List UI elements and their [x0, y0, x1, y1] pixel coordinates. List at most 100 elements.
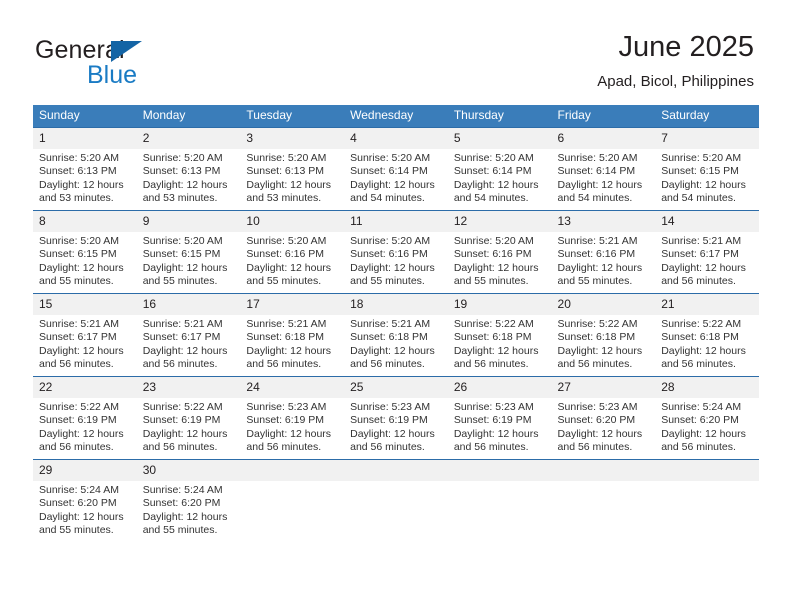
daylight-text-line1: Daylight: 12 hours: [39, 427, 124, 440]
calendar-day-cell[interactable]: 6 Sunrise: 5:20 AM Sunset: 6:14 PM Daylight…: [551, 127, 656, 211]
daylight-text-line2: and 53 minutes.: [142, 192, 218, 205]
calendar-day-cell[interactable]: 15 Sunrise: 5:21 AM Sunset: 6:17 PM Dayligh…: [33, 293, 137, 377]
calendar-day-cell[interactable]: 7 Sunrise: 5:20 AM Sunset: 6:15 PM Daylight…: [655, 127, 759, 211]
sunset-text: Sunset: 6:13 PM: [142, 165, 221, 178]
daylight-text-line1: Daylight: 12 hours: [350, 178, 435, 191]
daylight-text-line2: and 55 minutes.: [350, 275, 425, 288]
daylight-text-line2: and 56 minutes.: [142, 441, 218, 454]
sunrise-text: Sunrise: 5:21 AM: [557, 235, 638, 247]
daylight-text-line1: Daylight: 12 hours: [350, 427, 435, 440]
daylight-text-line1: Daylight: 12 hours: [246, 178, 332, 191]
sunrise-text: Sunrise: 5:22 AM: [39, 401, 119, 413]
day-details: Sunrise: 5:20 AM Sunset: 6:14 PM Daylight:…: [448, 149, 552, 206]
calendar-day-cell[interactable]: 8 Sunrise: 5:20 AM Sunset: 6:15 PM Daylight…: [33, 210, 137, 294]
sunset-text: Sunset: 6:16 PM: [350, 248, 428, 261]
sunset-text: Sunset: 6:16 PM: [246, 248, 325, 261]
calendar-day-cell[interactable]: 11 Sunrise: 5:20 AM Sunset: 6:16 PM Dayligh…: [344, 210, 448, 294]
calendar-day-cell[interactable]: 2 Sunrise: 5:20 AM Sunset: 6:13 PM Daylight…: [136, 127, 241, 211]
calendar-day-cell[interactable]: 29 Sunrise: 5:24 AM Sunset: 6:20 PM Dayligh…: [33, 459, 137, 542]
day-details: Sunrise: 5:21 AM Sunset: 6:17 PM Daylight:…: [655, 232, 759, 289]
sunrise-text: Sunrise: 5:20 AM: [557, 152, 638, 164]
calendar-day-cell[interactable]: 20 Sunrise: 5:22 AM Sunset: 6:18 PM Dayligh…: [551, 293, 656, 377]
sunrise-text: Sunrise: 5:23 AM: [453, 401, 534, 413]
sunrise-text: Sunrise: 5:22 AM: [142, 401, 223, 413]
calendar-day-cell[interactable]: 24 Sunrise: 5:23 AM Sunset: 6:19 PM Dayligh…: [240, 376, 345, 460]
day-number: 23: [136, 377, 241, 398]
sunrise-text: Sunrise: 5:21 AM: [39, 318, 119, 330]
calendar-empty-cell: [551, 459, 656, 542]
calendar-day-cell[interactable]: 12 Sunrise: 5:20 AM Sunset: 6:16 PM Dayligh…: [447, 210, 552, 294]
day-details: Sunrise: 5:20 AM Sunset: 6:13 PM Daylight:…: [240, 149, 344, 206]
calendar-day-cell[interactable]: 27 Sunrise: 5:23 AM Sunset: 6:20 PM Dayligh…: [551, 376, 656, 460]
daylight-text-line2: and 55 minutes.: [142, 275, 218, 288]
calendar-day-cell[interactable]: 28 Sunrise: 5:24 AM Sunset: 6:20 PM Dayligh…: [655, 376, 759, 460]
logo-text-blue: Blue: [87, 61, 138, 89]
calendar-day-cell[interactable]: 22 Sunrise: 5:22 AM Sunset: 6:19 PM Dayligh…: [33, 376, 137, 460]
daylight-text-line1: Daylight: 12 hours: [453, 344, 539, 357]
calendar-week-row: 22 Sunrise: 5:22 AM Sunset: 6:19 PM Dayligh…: [33, 376, 759, 460]
day-details: Sunrise: 5:20 AM Sunset: 6:16 PM Daylight:…: [240, 232, 344, 289]
daylight-text-line2: and 54 minutes.: [453, 192, 529, 205]
daylight-text-line2: and 56 minutes.: [453, 441, 529, 454]
calendar-day-cell[interactable]: 1 Sunrise: 5:20 AM Sunset: 6:13 PM Daylight…: [33, 127, 137, 211]
calendar-day-cell[interactable]: 25 Sunrise: 5:23 AM Sunset: 6:19 PM Dayligh…: [344, 376, 448, 460]
calendar-day-cell[interactable]: 17 Sunrise: 5:21 AM Sunset: 6:18 PM Dayligh…: [240, 293, 345, 377]
calendar-day-cell[interactable]: 5 Sunrise: 5:20 AM Sunset: 6:14 PM Daylight…: [447, 127, 552, 211]
calendar-day-cell[interactable]: 30 Sunrise: 5:24 AM Sunset: 6:20 PM Dayligh…: [136, 459, 241, 542]
daylight-text-line1: Daylight: 12 hours: [661, 427, 746, 440]
sunset-text: Sunset: 6:20 PM: [557, 414, 636, 427]
day-details: Sunrise: 5:23 AM Sunset: 6:20 PM Daylight:…: [552, 398, 656, 455]
day-number: 28: [655, 377, 759, 398]
sunset-text: Sunset: 6:19 PM: [246, 414, 325, 427]
day-details: Sunrise: 5:22 AM Sunset: 6:18 PM Daylight:…: [448, 315, 552, 372]
sunrise-text: Sunrise: 5:20 AM: [453, 235, 534, 247]
sunset-text: Sunset: 6:17 PM: [142, 331, 221, 344]
day-number: 6: [551, 128, 656, 149]
day-number: 18: [344, 294, 448, 315]
daylight-text-line2: and 55 minutes.: [39, 524, 114, 537]
day-number: [551, 460, 656, 481]
calendar-day-cell[interactable]: 19 Sunrise: 5:22 AM Sunset: 6:18 PM Dayligh…: [447, 293, 552, 377]
page-subtitle: Apad, Bicol, Philippines: [597, 73, 754, 90]
weekday-header-tuesday: Tuesday: [240, 105, 345, 128]
day-details: Sunrise: 5:23 AM Sunset: 6:19 PM Daylight:…: [344, 398, 448, 455]
calendar-day-cell[interactable]: 14 Sunrise: 5:21 AM Sunset: 6:17 PM Dayligh…: [655, 210, 759, 294]
day-number: 26: [447, 377, 552, 398]
calendar-body: 1 Sunrise: 5:20 AM Sunset: 6:13 PM Daylight…: [33, 127, 759, 542]
calendar-header-row: Sunday Monday Tuesday Wednesday Thursday…: [33, 105, 759, 128]
daylight-text-line2: and 54 minutes.: [661, 192, 736, 205]
calendar-day-cell[interactable]: 3 Sunrise: 5:20 AM Sunset: 6:13 PM Daylight…: [240, 127, 345, 211]
day-number: [240, 460, 345, 481]
sunset-text: Sunset: 6:14 PM: [350, 165, 428, 178]
daylight-text-line2: and 56 minutes.: [661, 275, 736, 288]
calendar-day-cell[interactable]: 9 Sunrise: 5:20 AM Sunset: 6:15 PM Daylight…: [136, 210, 241, 294]
daylight-text-line2: and 56 minutes.: [557, 358, 633, 371]
calendar-day-cell[interactable]: 26 Sunrise: 5:23 AM Sunset: 6:19 PM Dayligh…: [447, 376, 552, 460]
calendar-day-cell[interactable]: 4 Sunrise: 5:20 AM Sunset: 6:14 PM Daylight…: [344, 127, 448, 211]
sunset-text: Sunset: 6:19 PM: [142, 414, 221, 427]
sunset-text: Sunset: 6:16 PM: [453, 248, 532, 261]
calendar-day-cell[interactable]: 23 Sunrise: 5:22 AM Sunset: 6:19 PM Dayligh…: [136, 376, 241, 460]
day-number: 29: [33, 460, 137, 481]
calendar-day-cell[interactable]: 18 Sunrise: 5:21 AM Sunset: 6:18 PM Dayligh…: [344, 293, 448, 377]
day-details: Sunrise: 5:20 AM Sunset: 6:14 PM Daylight:…: [552, 149, 656, 206]
sunset-text: Sunset: 6:18 PM: [246, 331, 325, 344]
calendar-day-cell[interactable]: 21 Sunrise: 5:22 AM Sunset: 6:18 PM Dayligh…: [655, 293, 759, 377]
day-number: 3: [240, 128, 345, 149]
day-number: 19: [447, 294, 552, 315]
calendar-day-cell[interactable]: 13 Sunrise: 5:21 AM Sunset: 6:16 PM Dayligh…: [551, 210, 656, 294]
calendar-empty-cell: [447, 459, 552, 542]
weekday-header-wednesday: Wednesday: [344, 105, 448, 128]
daylight-text-line1: Daylight: 12 hours: [39, 178, 124, 191]
daylight-text-line1: Daylight: 12 hours: [350, 344, 435, 357]
calendar-day-cell[interactable]: 10 Sunrise: 5:20 AM Sunset: 6:16 PM Dayligh…: [240, 210, 345, 294]
day-number: 30: [136, 460, 241, 481]
day-number: 2: [136, 128, 241, 149]
day-details: Sunrise: 5:20 AM Sunset: 6:13 PM Daylight:…: [33, 149, 137, 206]
sunrise-text: Sunrise: 5:21 AM: [350, 318, 431, 330]
day-number: 13: [551, 211, 656, 232]
day-number: 14: [655, 211, 759, 232]
sunrise-text: Sunrise: 5:20 AM: [142, 235, 223, 247]
page-title: June 2025: [618, 31, 754, 63]
calendar-day-cell[interactable]: 16 Sunrise: 5:21 AM Sunset: 6:17 PM Dayligh…: [136, 293, 241, 377]
